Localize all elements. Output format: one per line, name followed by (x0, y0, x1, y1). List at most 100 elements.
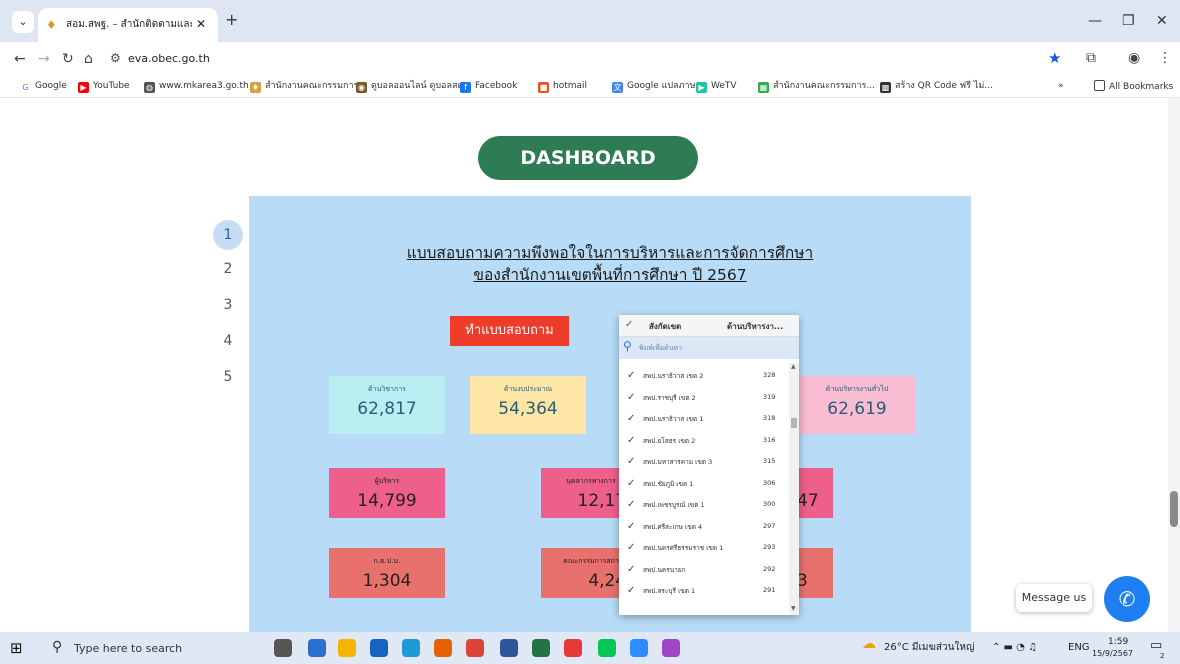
dropdown-option[interactable]: ✓ สพป.นครศรีธรรมราช เขต 1 293 (619, 538, 789, 560)
dropdown-option[interactable]: ✓ สพป.นราธิวาส เขต 2 328 (619, 366, 789, 388)
bookmark-globe[interactable]: ◍ www.mkarea3.go.th (144, 80, 249, 93)
tab-close-icon[interactable]: ✕ (196, 16, 206, 32)
pagination-page-3[interactable]: 3 (213, 290, 243, 320)
dropdown-option[interactable]: ✓ สพป.ศรีสะเกษ เขต 4 297 (619, 517, 789, 539)
dropdown-option[interactable]: ✓ สพป.มหาสารคาม เขต 3 315 (619, 452, 789, 474)
windows-start-icon[interactable]: ⊞ (10, 640, 23, 656)
weather-text[interactable]: 26°C มีเมฆส่วนใหญ่ (884, 642, 974, 654)
language-indicator[interactable]: ENG (1068, 642, 1090, 654)
site-info-icon[interactable]: ⚙ (110, 51, 121, 65)
dropdown-option[interactable]: ✓ สพป.ราชบุรี เขต 2 319 (619, 388, 789, 410)
message-us-button[interactable]: Message us (1016, 584, 1092, 612)
dropdown-scrollbar[interactable]: ▲ ▼ (789, 363, 799, 615)
dropdown-option[interactable]: ✓ สพป.นราธิวาส เขต 1 318 (619, 409, 789, 431)
system-tray-icons[interactable]: ⌃ ▬ ◔ ♫ (992, 642, 1037, 654)
stat-card-administrators: ผู้บริหาร 14,799 (329, 468, 445, 518)
mail-icon[interactable] (370, 639, 388, 657)
checked-icon[interactable]: ✓ (627, 392, 635, 403)
option-name: สพป.นราธิวาส เขต 1 (643, 415, 704, 423)
bookmark-label: ดูบอลออนไลน์ ดูบอลสด... (371, 81, 472, 91)
bookmark-sheet[interactable]: ▦ สำนักงานคณะกรรมการ... (758, 80, 875, 93)
menu-kebab-icon[interactable]: ⋮ (1158, 50, 1172, 66)
dropdown-option[interactable]: ✓ สพป.นครนายก 292 (619, 560, 789, 582)
bookmark-label: hotmail (553, 81, 588, 91)
checked-icon[interactable]: ✓ (627, 542, 635, 553)
forward-icon[interactable]: → (38, 51, 50, 67)
dropdown-option[interactable]: ✓ สพป.เพชรบูรณ์ เขต 1 300 (619, 495, 789, 517)
bookmark-google[interactable]: G Google (20, 80, 67, 93)
select-all-check-icon[interactable]: ✓ (625, 319, 633, 330)
profile-avatar-icon[interactable]: ◉ (1128, 50, 1140, 66)
close-window-icon[interactable]: ✕ (1156, 12, 1168, 30)
bookmark-star-icon[interactable]: ★ (1048, 50, 1061, 66)
line-icon[interactable] (598, 639, 616, 657)
option-name: สพป.สระบุรี เขต 1 (643, 587, 696, 595)
back-icon[interactable]: ← (14, 51, 26, 67)
reload-icon[interactable]: ↻ (62, 51, 74, 67)
scroll-down-icon[interactable]: ▼ (791, 605, 796, 612)
district-filter-dropdown[interactable]: ✓ สังกัดเขต ด้านบริหารงา... ⚲ พิมพ์เพื่อ… (619, 315, 799, 615)
checked-icon[interactable]: ✓ (627, 413, 635, 424)
browser-tab[interactable]: ♦ สอม.สพฐ. – สำนักติดตามและประเมิน ✕ (38, 8, 218, 42)
checked-icon[interactable]: ✓ (627, 585, 635, 596)
checked-icon[interactable]: ✓ (627, 435, 635, 446)
page-scrollbar[interactable] (1168, 98, 1180, 632)
word-icon[interactable] (500, 639, 518, 657)
clock-date[interactable]: 15/9/2567 (1092, 648, 1133, 660)
dashboard-button[interactable]: DASHBOARD (478, 136, 698, 180)
zoom-icon[interactable] (630, 639, 648, 657)
wetv-icon: ▶ (696, 82, 707, 93)
option-name: สพป.ยโสธร เขต 2 (643, 436, 696, 445)
grid-app-icon[interactable] (662, 639, 680, 657)
taskbar-search-field[interactable]: ⚲ Type here to search (44, 636, 206, 660)
bookmark-wetv[interactable]: ▶ WeTV (696, 80, 737, 93)
pagination-page-4[interactable]: 4 (213, 326, 243, 356)
bookmark-football[interactable]: ◉ ดูบอลออนไลน์ ดูบอลสด... (356, 80, 472, 93)
dropdown-search[interactable]: ⚲ พิมพ์เพื่อค้นหา (619, 337, 799, 359)
dropdown-header-general[interactable]: ด้านบริหารงา... (727, 320, 783, 333)
minimize-icon[interactable]: — (1088, 12, 1102, 30)
checked-icon[interactable]: ✓ (627, 521, 635, 532)
take-survey-button[interactable]: ทำแบบสอบถาม (450, 316, 569, 346)
clock-time[interactable]: 1:59 (1108, 636, 1128, 648)
dropdown-scroll-thumb[interactable] (791, 418, 797, 428)
bookmark-youtube[interactable]: ▶ YouTube (78, 80, 130, 93)
maximize-icon[interactable]: ❐ (1122, 12, 1135, 30)
all-bookmarks-button[interactable]: All Bookmarks (1094, 80, 1173, 93)
bookmark-facebook[interactable]: f Facebook (460, 80, 517, 93)
dropdown-header-district[interactable]: สังกัดเขต (649, 320, 681, 333)
bookmark-qr[interactable]: ▩ สร้าง QR Code ฟรี ไม่... (880, 80, 993, 93)
tab-search-icon[interactable]: ⌄ (12, 11, 34, 33)
messenger-chat-icon[interactable]: ✆ (1104, 576, 1150, 622)
bookmark-obec[interactable]: ♦ สำนักงานคณะกรรมการ... (250, 80, 367, 93)
bookmark-translate[interactable]: 文 Google แปลภาษา (612, 80, 701, 93)
dropdown-option[interactable]: ✓ สพป.ชัยภูมิ เขต 1 306 (619, 474, 789, 496)
edge-icon[interactable] (402, 639, 420, 657)
checked-icon[interactable]: ✓ (627, 456, 635, 467)
checked-icon[interactable]: ✓ (627, 478, 635, 489)
dropdown-option[interactable]: ✓ สพป.สระบุรี เขต 1 291 (619, 581, 789, 603)
checked-icon[interactable]: ✓ (627, 499, 635, 510)
bookmark-label: WeTV (711, 81, 737, 91)
extensions-icon[interactable]: ⧉ (1086, 50, 1096, 66)
file-explorer-icon[interactable] (338, 639, 356, 657)
new-tab-button[interactable]: + (225, 11, 238, 29)
dropdown-option[interactable]: ✓ สพป.ยโสธร เขต 2 316 (619, 431, 789, 453)
bookmark-microsoft[interactable]: ■ hotmail (538, 80, 587, 93)
excel-icon[interactable] (532, 639, 550, 657)
chrome-icon[interactable] (466, 639, 484, 657)
checked-icon[interactable]: ✓ (627, 564, 635, 575)
task-view-icon[interactable] (274, 639, 292, 657)
url-field[interactable]: ⚙ eva.obec.go.th (102, 47, 1072, 73)
calculator-icon[interactable] (308, 639, 326, 657)
pagination-page-1[interactable]: 1 (213, 220, 243, 250)
checked-icon[interactable]: ✓ (627, 370, 635, 381)
page-scroll-thumb[interactable] (1170, 491, 1178, 527)
photos-icon[interactable] (564, 639, 582, 657)
pagination-page-5[interactable]: 5 (213, 362, 243, 392)
firefox-icon[interactable] (434, 639, 452, 657)
pagination-page-2[interactable]: 2 (213, 254, 243, 284)
scroll-up-icon[interactable]: ▲ (791, 363, 796, 370)
more-bookmarks-button[interactable]: » (1058, 80, 1064, 92)
home-icon[interactable]: ⌂ (84, 51, 93, 67)
